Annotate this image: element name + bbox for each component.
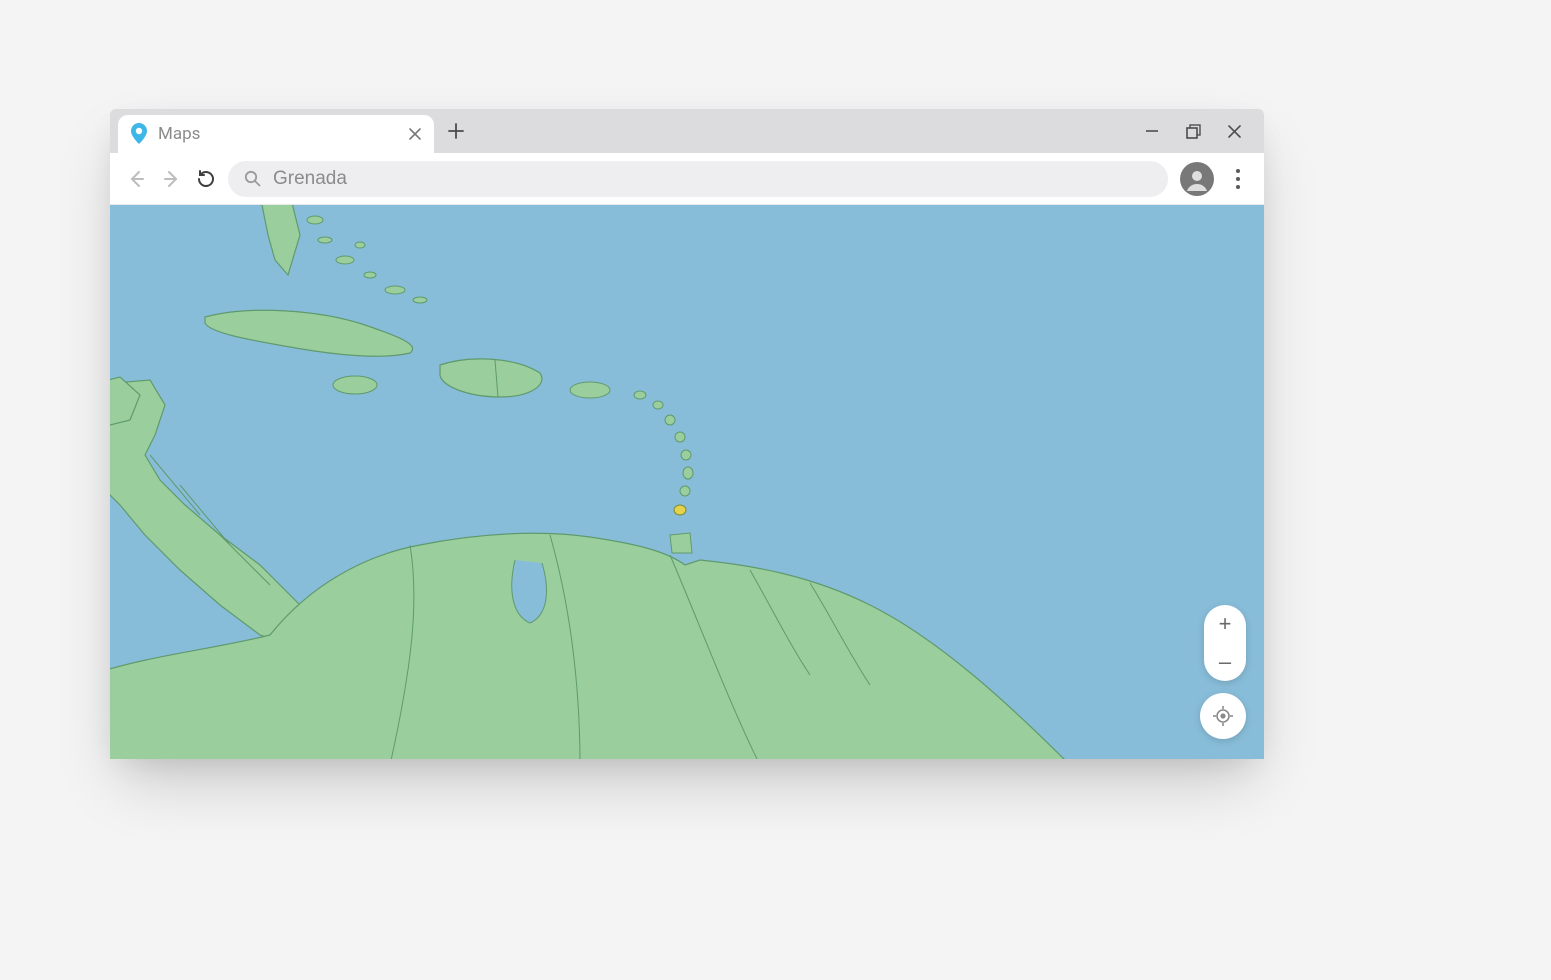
map-viewport[interactable]: + –: [110, 205, 1264, 759]
back-button[interactable]: [124, 167, 148, 191]
window-controls: [1122, 109, 1264, 153]
map-pin-icon: [130, 123, 148, 145]
forward-button[interactable]: [160, 167, 184, 191]
maximize-icon[interactable]: [1186, 124, 1201, 139]
close-tab-icon[interactable]: [408, 127, 422, 141]
toolbar: [110, 153, 1264, 205]
grenada-marker: [674, 505, 686, 515]
search-input[interactable]: [273, 168, 1152, 190]
zoom-control: + –: [1204, 605, 1246, 681]
menu-button[interactable]: [1226, 169, 1250, 189]
address-bar[interactable]: [228, 161, 1168, 197]
locate-button[interactable]: [1200, 693, 1246, 739]
tab-maps[interactable]: Maps: [118, 115, 434, 153]
browser-window: Maps: [110, 109, 1264, 759]
zoom-in-button[interactable]: +: [1204, 605, 1246, 643]
reload-button[interactable]: [196, 169, 216, 189]
new-tab-button[interactable]: [434, 109, 478, 153]
search-icon: [244, 170, 261, 187]
caribbean-map: [110, 205, 1264, 759]
close-window-icon[interactable]: [1227, 124, 1242, 139]
tab-strip: Maps: [110, 109, 1264, 153]
minimize-icon[interactable]: [1144, 123, 1160, 139]
profile-avatar[interactable]: [1180, 162, 1214, 196]
tab-title: Maps: [158, 124, 398, 144]
